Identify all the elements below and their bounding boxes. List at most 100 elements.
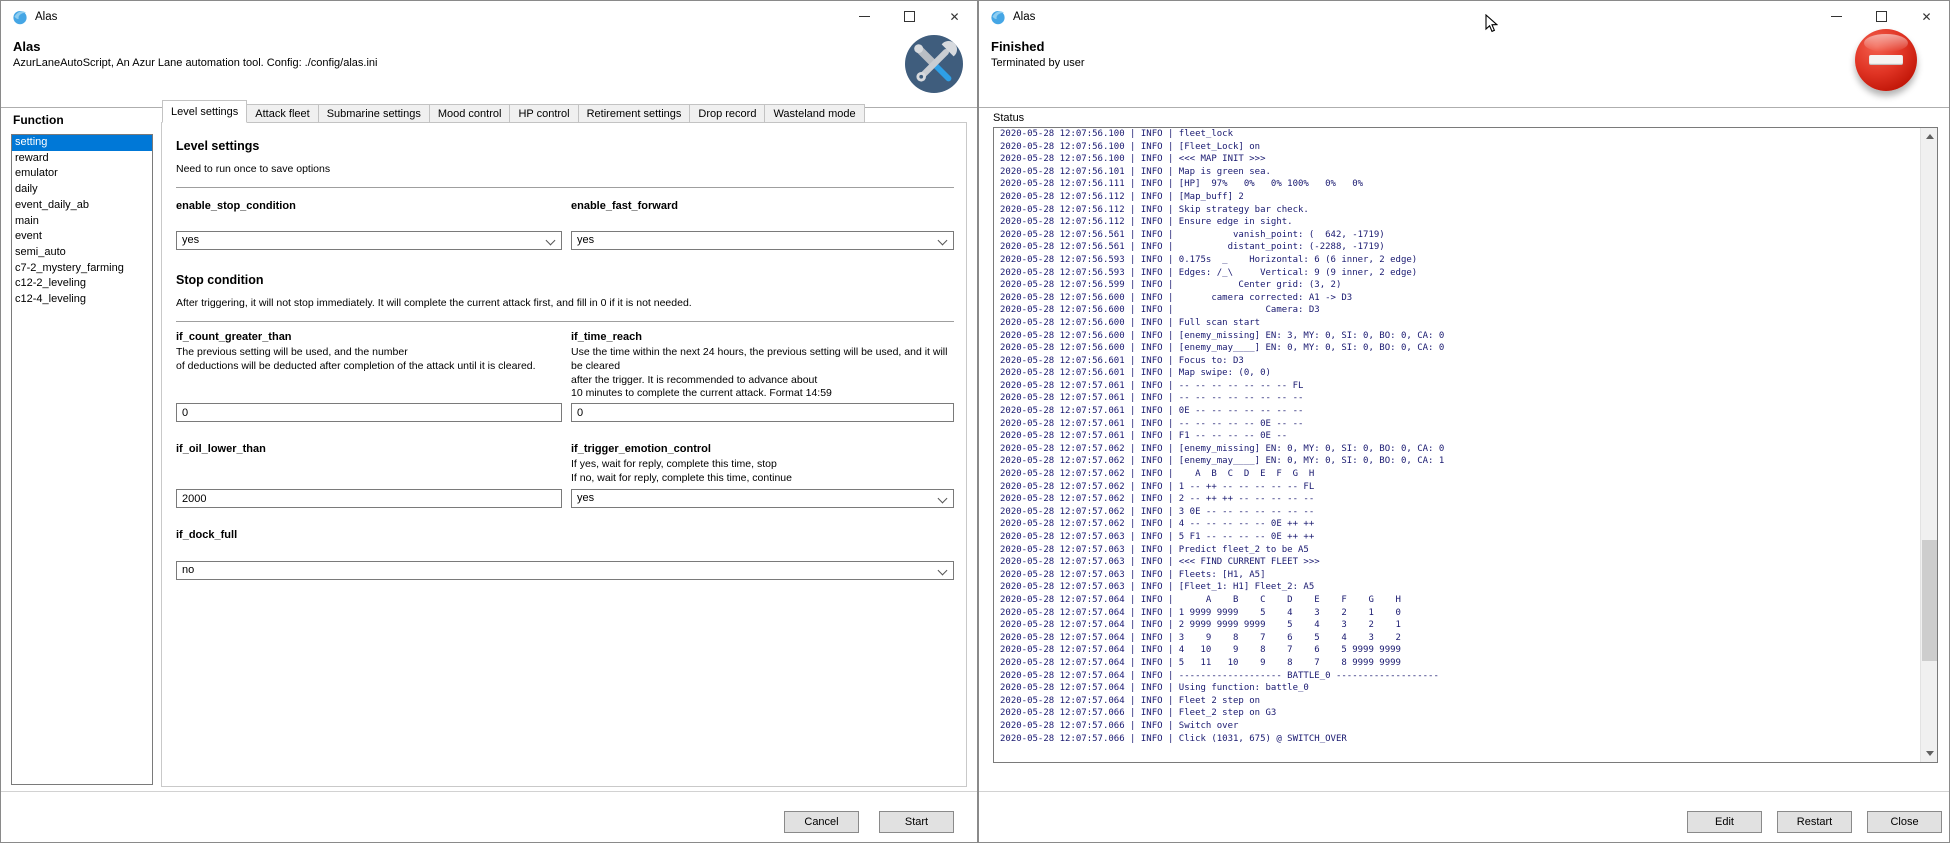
chevron-down-icon — [938, 494, 948, 504]
log-line: 2020-05-28 12:07:57.063 | INFO | [Fleet_… — [1000, 581, 1919, 594]
log-line: 2020-05-28 12:07:57.062 | INFO | 1 -- ++… — [1000, 481, 1919, 494]
label-if-count-greater-than: if_count_greater_than — [176, 331, 562, 343]
log-line: 2020-05-28 12:07:56.601 | INFO | Map swi… — [1000, 367, 1919, 380]
log-line: 2020-05-28 12:07:56.600 | INFO | camera … — [1000, 292, 1919, 305]
restart-button[interactable]: Restart — [1777, 811, 1852, 833]
section-desc-stop-condition: After triggering, it will not stop immed… — [176, 297, 692, 309]
label-if-trigger-emotion-control: if_trigger_emotion_control — [571, 443, 954, 455]
log-line: 2020-05-28 12:07:57.064 | INFO | -------… — [1000, 670, 1919, 683]
divider — [176, 187, 954, 188]
maximize-icon — [904, 11, 915, 22]
desc-if-count-greater-than: The previous setting will be used, and t… — [176, 346, 562, 374]
settings-tab[interactable]: HP control — [509, 104, 578, 123]
log-line: 2020-05-28 12:07:57.061 | INFO | -- -- -… — [1000, 392, 1919, 405]
window-title: Alas — [1013, 11, 1035, 23]
function-list-item[interactable]: emulator — [12, 166, 152, 182]
maximize-button[interactable] — [887, 1, 932, 32]
log-output[interactable]: 2020-05-28 12:07:56.100 | INFO | fleet_l… — [993, 127, 1938, 763]
function-list-item[interactable]: daily — [12, 182, 152, 198]
arrow-up-icon — [1926, 134, 1934, 139]
log-scrollbar[interactable] — [1920, 128, 1937, 762]
maximize-button[interactable] — [1859, 1, 1904, 32]
function-list-item[interactable]: setting — [12, 135, 152, 151]
if-oil-lower-than-input[interactable] — [176, 489, 562, 508]
label-if-oil-lower-than: if_oil_lower_than — [176, 443, 562, 455]
log-line: 2020-05-28 12:07:57.064 | INFO | 5 11 10… — [1000, 657, 1919, 670]
log-line: 2020-05-28 12:07:57.064 | INFO | 3 9 8 7… — [1000, 632, 1919, 645]
divider — [176, 321, 954, 322]
chevron-down-icon — [938, 566, 948, 576]
close-icon: ✕ — [949, 11, 959, 23]
page-subtitle: AzurLaneAutoScript, An Azur Lane automat… — [13, 57, 377, 69]
settings-tab[interactable]: Retirement settings — [578, 104, 691, 123]
minimize-button[interactable] — [842, 1, 887, 32]
enable-stop-condition-select[interactable]: yes — [176, 231, 562, 250]
enable-fast-forward-select[interactable]: yes — [571, 231, 954, 250]
settings-tab[interactable]: Submarine settings — [318, 104, 430, 123]
log-line: 2020-05-28 12:07:57.061 | INFO | -- -- -… — [1000, 380, 1919, 393]
start-button[interactable]: Start — [879, 811, 954, 833]
log-line: 2020-05-28 12:07:56.100 | INFO | [Fleet_… — [1000, 141, 1919, 154]
log-line: 2020-05-28 12:07:57.063 | INFO | <<< FIN… — [1000, 556, 1919, 569]
log-line: 2020-05-28 12:07:56.112 | INFO | Skip st… — [1000, 204, 1919, 217]
function-list-item[interactable]: event — [12, 229, 152, 245]
log-line: 2020-05-28 12:07:57.064 | INFO | 1 9999 … — [1000, 607, 1919, 620]
left-titlebar: Alas ✕ — [1, 1, 977, 33]
scrollbar-thumb[interactable] — [1922, 540, 1937, 660]
function-list-item[interactable]: event_daily_ab — [12, 198, 152, 214]
function-list-item[interactable]: reward — [12, 151, 152, 167]
desc-if-time-reach: Use the time within the next 24 hours, t… — [571, 346, 954, 401]
log-line: 2020-05-28 12:07:57.066 | INFO | Switch … — [1000, 720, 1919, 733]
scroll-up-button[interactable] — [1921, 128, 1938, 145]
section-desc-level-settings: Need to run once to save options — [176, 163, 330, 175]
minimize-button[interactable] — [1814, 1, 1859, 32]
log-line: 2020-05-28 12:07:56.599 | INFO | Center … — [1000, 279, 1919, 292]
level-settings-pane: Level settings Need to run once to save … — [161, 122, 967, 787]
log-line: 2020-05-28 12:07:56.100 | INFO | <<< MAP… — [1000, 153, 1919, 166]
chevron-down-icon — [546, 236, 556, 246]
if-trigger-emotion-control-select[interactable]: yes — [571, 489, 954, 508]
alas-config-window: Alas ✕ Alas AzurLaneAutoScript, An Azur … — [0, 0, 978, 843]
log-line: 2020-05-28 12:07:56.593 | INFO | 0.175s … — [1000, 254, 1919, 267]
settings-tab[interactable]: Attack fleet — [246, 104, 318, 123]
log-line: 2020-05-28 12:07:57.061 | INFO | F1 -- -… — [1000, 430, 1919, 443]
minimize-icon — [1831, 16, 1842, 17]
function-list-item[interactable]: c12-4_leveling — [12, 292, 152, 308]
select-value: yes — [182, 234, 199, 246]
function-list-item[interactable]: main — [12, 214, 152, 230]
close-window-button[interactable]: Close — [1867, 811, 1942, 833]
if-count-greater-than-input[interactable] — [176, 403, 562, 422]
log-line: 2020-05-28 12:07:57.066 | INFO | Fleet_2… — [1000, 707, 1919, 720]
function-list[interactable]: setting reward emulator daily event_dail… — [11, 134, 153, 785]
screen: Alas ✕ Alas AzurLaneAutoScript, An Azur … — [0, 0, 1950, 843]
select-value: yes — [577, 234, 594, 246]
section-title-level-settings: Level settings — [176, 139, 259, 153]
log-line: 2020-05-28 12:07:56.112 | INFO | Ensure … — [1000, 216, 1919, 229]
desc-if-trigger-emotion-control: If yes, wait for reply, complete this ti… — [571, 458, 954, 486]
function-list-item[interactable]: c12-2_leveling — [12, 276, 152, 292]
log-line: 2020-05-28 12:07:57.063 | INFO | Fleets:… — [1000, 569, 1919, 582]
select-value: yes — [577, 492, 594, 504]
if-time-reach-input[interactable] — [571, 403, 954, 422]
log-line: 2020-05-28 12:07:57.063 | INFO | 5 F1 --… — [1000, 531, 1919, 544]
log-line: 2020-05-28 12:07:56.600 | INFO | Camera:… — [1000, 304, 1919, 317]
scroll-down-button[interactable] — [1921, 745, 1938, 762]
function-list-item[interactable]: semi_auto — [12, 245, 152, 261]
settings-tab[interactable]: Mood control — [429, 104, 511, 123]
settings-tab[interactable]: Drop record — [689, 104, 765, 123]
close-icon: ✕ — [1921, 11, 1931, 23]
settings-tab[interactable]: Level settings — [162, 100, 247, 123]
label-if-time-reach: if_time_reach — [571, 331, 954, 343]
log-line: 2020-05-28 12:07:56.601 | INFO | Focus t… — [1000, 355, 1919, 368]
edit-button[interactable]: Edit — [1687, 811, 1762, 833]
cancel-button[interactable]: Cancel — [784, 811, 859, 833]
close-button[interactable]: ✕ — [1904, 1, 1949, 32]
settings-tab[interactable]: Wasteland mode — [764, 104, 864, 123]
if-dock-full-select[interactable]: no — [176, 561, 954, 580]
log-line: 2020-05-28 12:07:57.061 | INFO | -- -- -… — [1000, 418, 1919, 431]
log-line: 2020-05-28 12:07:56.100 | INFO | fleet_l… — [1000, 128, 1919, 141]
close-button[interactable]: ✕ — [932, 1, 977, 32]
log-line: 2020-05-28 12:07:57.064 | INFO | 4 10 9 … — [1000, 644, 1919, 657]
log-line: 2020-05-28 12:07:57.064 | INFO | 2 9999 … — [1000, 619, 1919, 632]
function-list-item[interactable]: c7-2_mystery_farming — [12, 261, 152, 277]
